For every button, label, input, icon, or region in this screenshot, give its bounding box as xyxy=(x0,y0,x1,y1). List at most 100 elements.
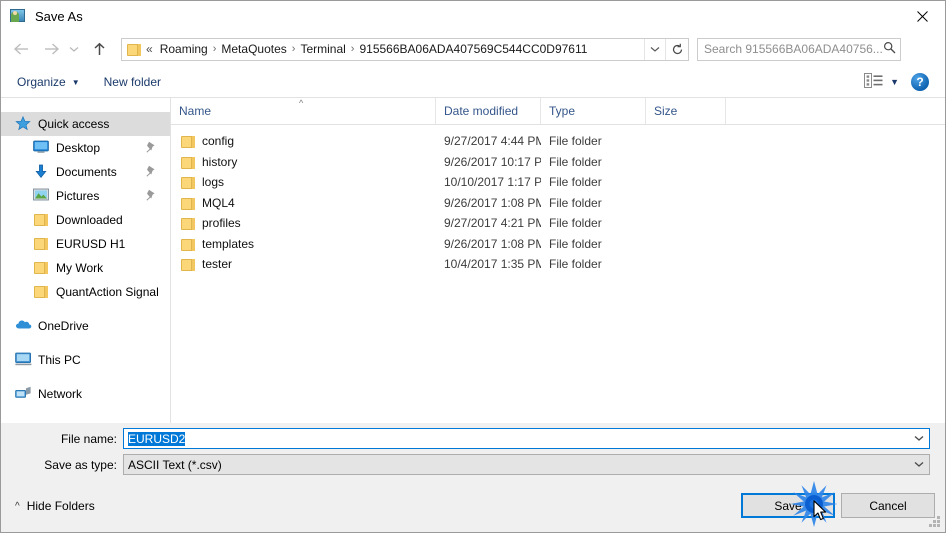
table-row[interactable]: logs 10/10/2017 1:17 PM File folder xyxy=(171,172,945,193)
dialog-footer: File name: EURUSD2 Save as type: ASCII T… xyxy=(1,423,945,532)
table-row[interactable]: tester 10/4/2017 1:35 PM File folder xyxy=(171,254,945,275)
cancel-label: Cancel xyxy=(869,498,907,513)
date-modified-cell: 10/10/2017 1:17 PM xyxy=(444,175,541,190)
new-folder-button[interactable]: New folder xyxy=(96,71,169,93)
file-name-value-wrap: EURUSD2 xyxy=(124,431,909,446)
save-button[interactable]: Save xyxy=(741,493,835,518)
forward-arrow-icon[interactable] xyxy=(39,37,63,61)
sidebar-item-label: This PC xyxy=(38,353,81,367)
save-label: Save xyxy=(774,498,802,513)
pin-icon[interactable] xyxy=(146,165,156,177)
close-icon[interactable] xyxy=(899,1,945,31)
file-name-cell: tester xyxy=(171,257,436,272)
navigation-sidebar[interactable]: Quick access Desktop Documents Pictures … xyxy=(1,98,171,423)
table-row[interactable]: profiles 9/27/2017 4:21 PM File folder xyxy=(171,213,945,234)
sidebar-item-this-pc[interactable]: This PC xyxy=(1,348,170,372)
date-modified-cell: 9/27/2017 4:44 PM xyxy=(444,134,541,149)
search-icon[interactable] xyxy=(883,41,896,57)
file-name-input[interactable]: EURUSD2 xyxy=(123,428,930,449)
sidebar-item-label: My Work xyxy=(56,261,104,275)
recent-locations-chevron-icon[interactable] xyxy=(65,37,83,61)
file-list-pane[interactable]: Name ^ Date modified Type Size config 9/… xyxy=(171,98,945,423)
table-row[interactable]: templates 9/26/2017 1:08 PM File folder xyxy=(171,234,945,255)
title-bar: Save As xyxy=(1,1,945,31)
save-as-type-chevron-down-icon[interactable] xyxy=(909,455,929,474)
file-name-value: EURUSD2 xyxy=(128,431,186,446)
cancel-button[interactable]: Cancel xyxy=(841,493,935,518)
breadcrumb-item-roaming[interactable]: Roaming xyxy=(156,40,212,58)
date-modified-cell: 9/26/2017 1:08 PM xyxy=(444,236,541,251)
refresh-icon[interactable] xyxy=(665,38,688,60)
sidebar-item-label: Network xyxy=(38,387,83,401)
type-cell: File folder xyxy=(549,134,602,149)
address-dropdown-chevron-down-icon[interactable] xyxy=(644,38,665,60)
date-modified-cell: 9/27/2017 4:21 PM xyxy=(444,216,541,231)
desktop-icon xyxy=(33,140,50,156)
sidebar-item-label: Downloaded xyxy=(56,213,123,227)
sidebar-item-network[interactable]: Network xyxy=(1,382,170,406)
sidebar-item-pictures[interactable]: Pictures xyxy=(1,184,170,208)
column-header-type[interactable]: Type xyxy=(541,98,646,124)
file-name-label: templates xyxy=(202,236,255,251)
address-bar[interactable]: « Roaming › MetaQuotes › Terminal › 9155… xyxy=(121,37,689,61)
folder-icon xyxy=(126,42,142,56)
sidebar-item-onedrive[interactable]: OneDrive xyxy=(1,314,170,338)
column-header-size[interactable]: Size xyxy=(646,98,726,124)
breadcrumb-item-terminal[interactable]: Terminal xyxy=(296,40,349,58)
organize-button[interactable]: Organize ▼ xyxy=(9,71,88,93)
sidebar-item-quantaction-signal[interactable]: QuantAction Signal xyxy=(1,280,170,304)
sidebar-item-label: Quick access xyxy=(38,117,110,131)
save-as-app-icon xyxy=(10,8,26,24)
column-header-name-label: Name xyxy=(179,104,212,118)
change-view-button[interactable]: ▼ xyxy=(858,70,905,94)
file-name-label: config xyxy=(202,134,235,149)
file-name-label: profiles xyxy=(202,216,241,231)
save-as-type-select[interactable]: ASCII Text (*.csv) xyxy=(123,454,930,475)
new-folder-label: New folder xyxy=(103,75,161,89)
network-icon xyxy=(15,386,32,402)
sidebar-item-documents[interactable]: Documents xyxy=(1,160,170,184)
breadcrumb-item-metaquotes[interactable]: MetaQuotes xyxy=(217,40,290,58)
folder-icon xyxy=(180,257,195,272)
folder-icon xyxy=(180,155,195,169)
up-arrow-icon[interactable] xyxy=(87,37,111,61)
back-arrow-icon[interactable] xyxy=(9,37,33,61)
file-name-chevron-down-icon[interactable] xyxy=(909,429,929,448)
breadcrumb-overflow-icon[interactable]: « xyxy=(144,42,156,56)
save-as-dialog: Save As « Roaming › MetaQuotes › Termina… xyxy=(0,0,946,533)
sidebar-item-desktop[interactable]: Desktop xyxy=(1,136,170,160)
folder-icon xyxy=(33,236,50,252)
table-row[interactable]: history 9/26/2017 10:17 PM File folder xyxy=(171,152,945,173)
table-row[interactable]: MQL4 9/26/2017 1:08 PM File folder xyxy=(171,193,945,214)
documents-download-icon xyxy=(33,164,50,180)
search-input[interactable]: Search 915566BA06ADA40756... xyxy=(697,37,901,61)
folder-icon xyxy=(180,216,195,231)
file-name-cell: profiles xyxy=(171,216,436,231)
column-header-date-modified[interactable]: Date modified xyxy=(436,98,541,124)
sidebar-item-quick-access[interactable]: Quick access xyxy=(1,112,170,136)
table-row[interactable]: config 9/27/2017 4:44 PM File folder xyxy=(171,131,945,152)
file-name-label: history xyxy=(202,154,238,169)
breadcrumb-item-terminal-id[interactable]: 915566BA06ADA407569C544CC0D97611 xyxy=(355,40,591,58)
pin-icon[interactable] xyxy=(146,141,156,153)
date-modified-cell: 10/4/2017 1:35 PM xyxy=(444,257,541,272)
pin-icon[interactable] xyxy=(146,189,156,201)
sidebar-item-my-work[interactable]: My Work xyxy=(1,256,170,280)
dialog-body: Quick access Desktop Documents Pictures … xyxy=(1,98,945,423)
column-header-name[interactable]: Name ^ xyxy=(171,98,436,124)
sidebar-item-eurusd-h1[interactable]: EURUSD H1 xyxy=(1,232,170,256)
save-as-type-row: Save as type: ASCII Text (*.csv) xyxy=(1,454,930,475)
view-chevron-down-icon: ▼ xyxy=(890,77,899,87)
breadcrumb: « Roaming › MetaQuotes › Terminal › 9155… xyxy=(142,40,644,58)
type-cell: File folder xyxy=(549,216,602,231)
file-name-label: File name: xyxy=(60,431,117,446)
help-button[interactable]: ? xyxy=(911,73,929,91)
sidebar-item-downloaded[interactable]: Downloaded xyxy=(1,208,170,232)
view-layout-icon xyxy=(864,73,883,91)
command-toolbar: Organize ▼ New folder ▼ ? xyxy=(1,67,945,98)
type-cell: File folder xyxy=(549,175,602,190)
this-pc-icon xyxy=(15,352,32,368)
sidebar-item-label: Desktop xyxy=(56,141,101,155)
hide-folders-button[interactable]: ^ Hide Folders xyxy=(15,499,95,513)
